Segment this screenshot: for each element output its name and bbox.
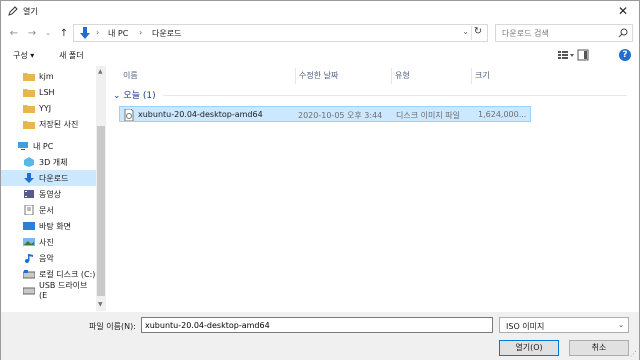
- refresh-button[interactable]: ↻: [471, 26, 484, 40]
- group-collapse-icon: ⌄: [113, 91, 121, 101]
- column-header-name[interactable]: 이름: [119, 68, 295, 84]
- nav-item-this-pc[interactable]: 내 PC: [1, 138, 96, 154]
- nav-item-downloads[interactable]: 다운로드: [1, 170, 96, 186]
- nav-item-lsh[interactable]: LSH: [1, 84, 96, 100]
- nav-item-videos[interactable]: 동영상: [1, 186, 96, 202]
- music-icon: [25, 254, 33, 263]
- dialog-footer: 파일 이름(N): ISO 이미지 ⌄ 열기(O) 취소 ⋰: [1, 312, 639, 360]
- file-type-filter-value: ISO 이미지: [506, 322, 545, 331]
- folder-icon: [23, 121, 35, 129]
- pc-icon: [18, 142, 28, 150]
- file-size: 1,624,000...: [478, 110, 527, 119]
- search-box[interactable]: [495, 24, 633, 42]
- breadcrumb-separator-icon: ›: [96, 28, 100, 37]
- chevron-down-icon: ⌄: [618, 321, 624, 329]
- filename-label: 파일 이름(N):: [89, 322, 136, 331]
- nav-item-3d-objects[interactable]: 3D 개체: [1, 154, 96, 170]
- folder-icon: [23, 89, 35, 97]
- nav-item-kjm[interactable]: kjm: [1, 68, 96, 84]
- nav-item-yyj[interactable]: YYJ: [1, 100, 96, 116]
- edit-pen-icon: [8, 6, 18, 16]
- arrow-up-icon: ↑: [59, 27, 69, 39]
- command-bar: 구성 ▾ 새 폴더 ?: [1, 45, 639, 65]
- file-list: 이름 수정한 날짜 유형 크기 ⌄ 오늘 (1) xubuntu-20.04-d…: [109, 66, 637, 311]
- navigation-bar: ← → ⌄ ↑ › 내 PC › 다운로드 ⌄ ↻: [1, 22, 639, 44]
- breadcrumb-downloads[interactable]: 다운로드: [152, 28, 181, 39]
- title-bar: 열기 ✕: [1, 1, 639, 21]
- nav-item-pictures[interactable]: 사진: [1, 234, 96, 250]
- search-icon: [618, 28, 628, 38]
- file-date: 2020-10-05 오후 3:44: [298, 111, 383, 120]
- download-icon: [80, 27, 90, 39]
- pictures-icon: [23, 238, 35, 246]
- address-bar[interactable]: › 내 PC › 다운로드 ⌄ ↻: [73, 24, 488, 42]
- breadcrumb-this-pc[interactable]: 내 PC: [108, 28, 128, 39]
- navigation-pane: kjm LSH YYJ 저장된 사진 내 PC 3D 개체 다운로드 동영상 문…: [1, 66, 107, 311]
- new-folder-button[interactable]: 새 폴더: [59, 50, 84, 61]
- open-button[interactable]: 열기(O): [499, 340, 559, 356]
- cancel-button[interactable]: 취소: [569, 340, 629, 356]
- open-file-dialog: 열기 ✕ ← → ⌄ ↑ › 내 PC › 다운로드 ⌄ ↻ 다운로드 검색 구…: [0, 0, 640, 360]
- filename-input[interactable]: [141, 317, 493, 333]
- organize-button[interactable]: 구성 ▾: [13, 50, 34, 61]
- recent-locations-button[interactable]: ⌄: [41, 26, 55, 40]
- local-disk-icon: [23, 270, 35, 279]
- video-icon: [24, 190, 34, 198]
- file-name: xubuntu-20.04-desktop-amd64: [138, 110, 263, 119]
- scrollbar-thumb[interactable]: [97, 126, 105, 296]
- scroll-down-icon[interactable]: ▼: [98, 301, 103, 308]
- document-icon: [24, 205, 34, 215]
- view-options-icon[interactable]: [557, 49, 575, 61]
- nav-item-usb-drive[interactable]: USB 드라이브 (E: [1, 281, 96, 300]
- back-button[interactable]: ←: [7, 26, 21, 40]
- close-icon: ✕: [617, 4, 629, 18]
- nav-scrollbar[interactable]: ▲ ▼: [96, 66, 106, 311]
- chevron-down-icon: ⌄: [45, 29, 51, 37]
- group-header-today[interactable]: ⌄ 오늘 (1): [113, 88, 633, 102]
- nav-item-desktop[interactable]: 바탕 화면: [1, 218, 96, 234]
- usb-drive-icon: [23, 287, 35, 295]
- column-header-size[interactable]: 크기: [471, 68, 531, 84]
- file-type-filter[interactable]: ISO 이미지 ⌄: [499, 317, 629, 333]
- breadcrumb-separator-icon: ›: [139, 28, 143, 37]
- column-header-type[interactable]: 유형: [391, 68, 471, 84]
- resize-grip-icon[interactable]: ⋰: [630, 350, 637, 358]
- scroll-up-icon[interactable]: ▲: [98, 68, 103, 75]
- 3d-objects-icon: [24, 157, 34, 167]
- group-divider: [163, 95, 627, 96]
- download-icon: [24, 173, 34, 183]
- nav-item-saved-pictures[interactable]: 저장된 사진: [1, 116, 96, 132]
- file-row[interactable]: xubuntu-20.04-desktop-amd64 2020-10-05 오…: [119, 106, 531, 122]
- preview-pane-icon[interactable]: [577, 49, 589, 61]
- file-type: 디스크 이미지 파일: [396, 111, 460, 120]
- nav-item-documents[interactable]: 문서: [1, 202, 96, 218]
- folder-icon: [23, 73, 35, 81]
- close-button[interactable]: ✕: [607, 1, 639, 21]
- search-input[interactable]: [502, 27, 610, 39]
- help-button[interactable]: ?: [619, 49, 631, 61]
- up-button[interactable]: ↑: [57, 26, 71, 40]
- nav-item-music[interactable]: 음악: [1, 250, 96, 266]
- arrow-left-icon: ←: [9, 27, 19, 39]
- folder-icon: [23, 105, 35, 113]
- window-title: 열기: [23, 7, 38, 16]
- column-header-date[interactable]: 수정한 날짜: [295, 68, 391, 84]
- arrow-right-icon: →: [27, 27, 37, 39]
- disc-image-file-icon: [124, 109, 134, 121]
- forward-button[interactable]: →: [25, 26, 39, 40]
- address-dropdown-icon[interactable]: ⌄: [462, 27, 469, 36]
- desktop-icon: [23, 222, 35, 230]
